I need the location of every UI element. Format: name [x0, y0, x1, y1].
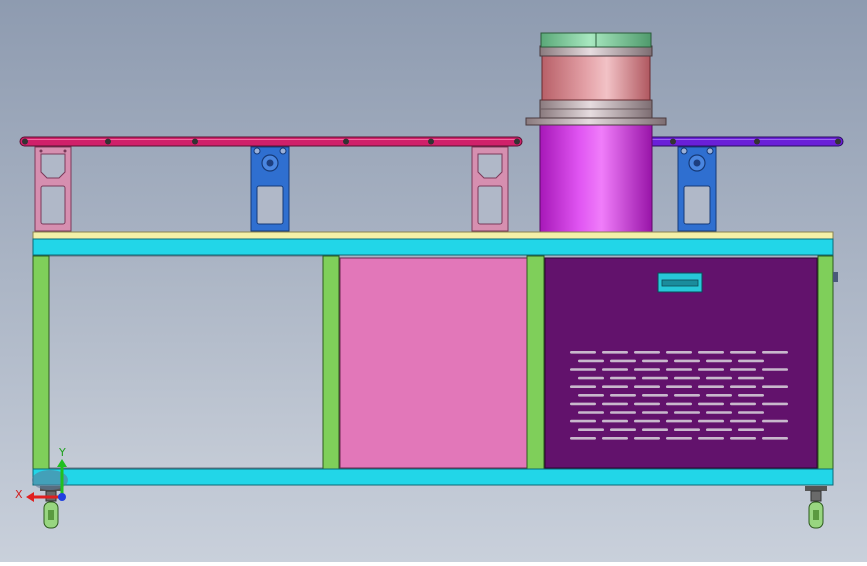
axis-x-label: X — [15, 488, 23, 501]
vent-slot — [706, 376, 732, 380]
vent-slot — [738, 394, 764, 397]
vent-slot — [762, 437, 788, 440]
tabletop — [32, 231, 834, 240]
vent-slot — [578, 359, 604, 363]
bracket-left-outer — [34, 146, 72, 232]
vent-slot — [642, 428, 668, 431]
vent-slot — [578, 411, 604, 414]
vent-slot — [730, 402, 756, 406]
vent-slot — [570, 419, 596, 423]
vent-slot — [666, 437, 692, 440]
vent-slot — [666, 351, 692, 354]
vent-slot — [666, 402, 692, 406]
frame-post-mid-left — [322, 255, 340, 470]
bracket-blue-right — [677, 146, 717, 232]
vent-slot — [698, 419, 724, 423]
vent-slot — [602, 385, 628, 388]
vent-slot — [570, 368, 596, 371]
cad-assembly-view: X Y — [0, 0, 867, 562]
vent-slot — [730, 419, 756, 423]
vent-slot — [642, 376, 668, 380]
frame-top-rail — [32, 238, 834, 256]
vent-slot — [610, 394, 636, 397]
vent-slot — [634, 368, 660, 371]
vent-slot — [610, 411, 636, 414]
vent-slot — [578, 394, 604, 397]
vent-slot — [698, 385, 724, 388]
pink-door-panel[interactable] — [339, 257, 528, 469]
vent-slot — [698, 368, 724, 371]
vent-slot — [634, 351, 660, 354]
frame-post-left — [32, 255, 50, 470]
vent-slot — [570, 437, 596, 440]
axis-y-label: Y — [58, 446, 66, 459]
vent-slot — [634, 385, 660, 388]
vent-slot — [570, 402, 596, 406]
vent-slot — [570, 351, 596, 354]
vent-slot — [738, 376, 764, 380]
frame-post-right — [817, 255, 834, 470]
vent-slot — [578, 428, 604, 431]
vent-slot — [706, 394, 732, 397]
vent-slot — [602, 368, 628, 371]
vent-slot — [634, 402, 660, 406]
vent-slot — [706, 359, 732, 363]
vent-slot — [610, 359, 636, 363]
vent-slot — [706, 428, 732, 431]
vent-slot — [570, 385, 596, 388]
z-axis-dot — [58, 493, 66, 501]
vent-slot — [730, 351, 756, 354]
vent-slot — [674, 394, 700, 397]
vent-slot — [642, 359, 668, 363]
vent-slot — [674, 376, 700, 380]
vent-slot — [674, 428, 700, 431]
vent-slot — [738, 411, 764, 414]
vent-slot — [634, 437, 660, 440]
side-knob — [833, 272, 838, 282]
vent-slot — [666, 385, 692, 388]
vent-slot — [730, 385, 756, 388]
vent-slot — [730, 368, 756, 371]
bay-left-open — [48, 255, 324, 469]
vent-slot — [698, 351, 724, 354]
vent-slot — [602, 437, 628, 440]
vent-slot — [698, 437, 724, 440]
frame-post-mid-right — [526, 255, 545, 470]
drawer-handle[interactable] — [657, 272, 703, 293]
cad-viewport[interactable]: X Y — [0, 0, 867, 562]
vent-slot — [634, 419, 660, 423]
vent-slot — [642, 411, 668, 414]
bracket-left-inner — [471, 146, 509, 232]
conveyor-belt-right — [647, 136, 844, 147]
vent-slot — [674, 359, 700, 363]
vent-slot — [738, 428, 764, 431]
vent-slot — [674, 411, 700, 414]
vent-slot — [762, 368, 788, 371]
vent-slot — [762, 351, 788, 354]
vent-slot — [666, 419, 692, 423]
vent-slot — [762, 419, 788, 423]
vent-slot — [602, 419, 628, 423]
vent-slot — [578, 376, 604, 380]
frame-bottom-rail — [32, 468, 834, 486]
bracket-blue-left — [250, 146, 290, 232]
vent-slot — [762, 385, 788, 388]
vent-slot — [730, 437, 756, 440]
vent-slot — [610, 376, 636, 380]
vent-slot — [642, 394, 668, 397]
vent-slot — [762, 402, 788, 406]
vent-slot — [706, 411, 732, 414]
conveyor-belt-left — [19, 136, 523, 147]
vent-slot — [610, 428, 636, 431]
drum-cylinder — [525, 32, 667, 233]
vent-slot — [602, 402, 628, 406]
vent-slot — [602, 351, 628, 354]
vent-slot — [666, 368, 692, 371]
vent-slot — [738, 359, 764, 363]
vent-slot — [698, 402, 724, 406]
